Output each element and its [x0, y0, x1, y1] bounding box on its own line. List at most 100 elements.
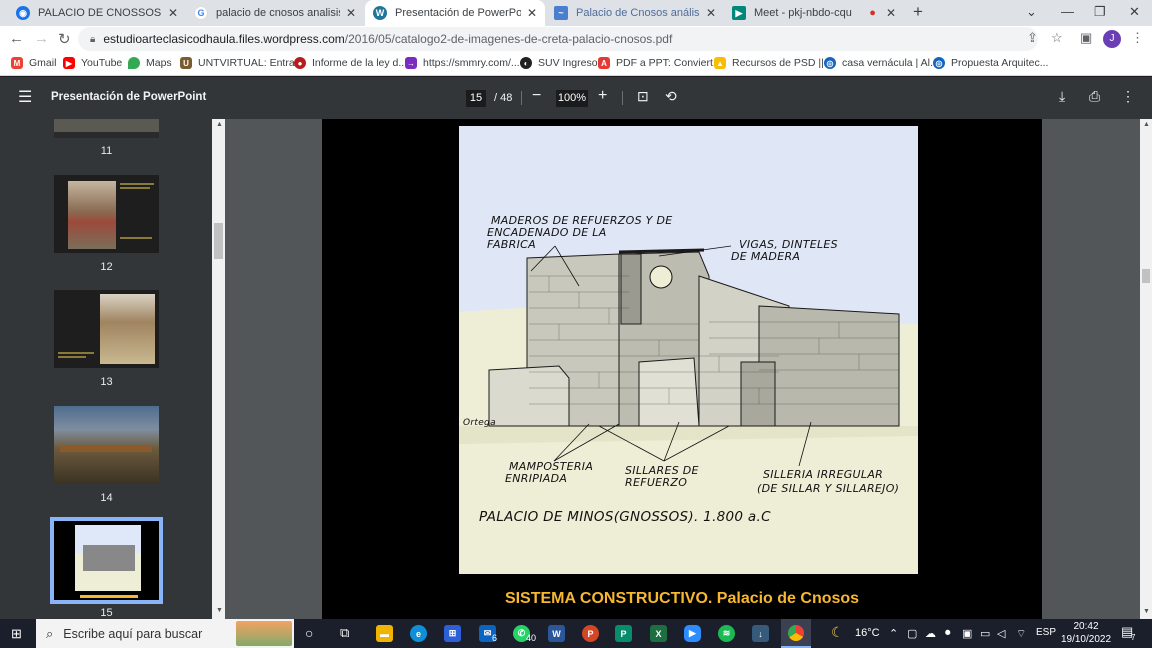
language-indicator[interactable]: ESP — [1036, 627, 1056, 638]
scrollbar-thumb[interactable] — [1142, 269, 1150, 283]
tab-palacio-grupo[interactable]: ◉ PALACIO DE CNOSSOS - GRUPO ✕ — [8, 0, 186, 26]
pdf-page: MADEROS DE REFUERZOS Y DE ENCADENADO DE … — [322, 119, 1042, 619]
close-icon[interactable]: ✕ — [886, 6, 896, 20]
battery-icon[interactable]: ▭ — [980, 627, 990, 640]
search-icon: ⌕ — [46, 625, 54, 641]
powerpoint-icon[interactable]: P — [582, 625, 599, 642]
thumbnail-page-13[interactable] — [54, 290, 159, 368]
thumbnail-page-14[interactable] — [54, 406, 159, 484]
bookmark-informe[interactable]: ● Informe de la ley d... — [294, 57, 407, 69]
bookmark-casa[interactable]: ◎ casa vernácula | Al... — [824, 57, 939, 69]
file-explorer-icon[interactable]: ▬ — [376, 625, 393, 642]
cloud-icon[interactable]: ☁ — [925, 627, 936, 640]
tab-search-icon[interactable]: ⌄ — [1026, 4, 1037, 20]
store-icon[interactable]: ⊞ — [444, 625, 461, 642]
round-window — [649, 265, 673, 289]
bookmark-youtube[interactable]: ▶ YouTube — [63, 57, 122, 69]
bookmark-star-icon[interactable]: ☆ — [1051, 30, 1063, 46]
profile-avatar[interactable]: J — [1103, 30, 1121, 48]
address-bar[interactable]: 🔒︎ estudioarteclasicodhaula.files.wordpr… — [78, 27, 1038, 51]
maximize-icon[interactable]: ❐ — [1094, 4, 1106, 20]
scrollbar-thumb[interactable] — [214, 223, 223, 259]
scroll-down-icon[interactable]: ▼ — [1143, 608, 1150, 615]
bookmark-untvirtual[interactable]: U UNTVIRTUAL: Entra... — [180, 57, 303, 69]
thumbnail-page-11[interactable] — [54, 119, 159, 138]
wordpress-icon: W — [373, 6, 387, 20]
fit-page-icon[interactable]: ⊡ — [637, 88, 649, 105]
thumbnail-page-12[interactable] — [54, 175, 159, 253]
bookmark-smmry[interactable]: → https://smmry.com/... — [405, 57, 520, 69]
tab-strip: ◉ PALACIO DE CNOSSOS - GRUPO ✕ G palacio… — [0, 0, 1152, 26]
cortana-icon[interactable]: ○ — [305, 625, 313, 641]
close-icon[interactable]: ✕ — [168, 6, 178, 20]
close-icon[interactable]: ✕ — [527, 6, 537, 20]
windows-start-icon[interactable]: ⊞ — [11, 626, 22, 642]
print-icon[interactable]: ⎙ — [1089, 88, 1100, 105]
bookmark-psd[interactable]: ▲ Recursos de PSD ||... — [714, 57, 833, 69]
edge-icon[interactable]: e — [410, 625, 427, 642]
back-icon[interactable]: ← — [9, 30, 24, 47]
viewer-scrollbar[interactable]: ▲ ▼ — [1140, 119, 1152, 619]
forward-icon[interactable]: → — [34, 30, 49, 47]
tray-chevron-icon[interactable]: ⌃ — [889, 627, 898, 640]
notifications-badge: 7 — [1131, 633, 1136, 642]
minimize-icon[interactable]: — — [1061, 4, 1074, 19]
volume-icon[interactable]: ◁ — [997, 627, 1005, 640]
scroll-up-icon[interactable]: ▲ — [1143, 121, 1150, 128]
tab-palacio-analisis[interactable]: ~ Palacio de Cnosos análisis arquit ✕ — [546, 0, 724, 26]
close-icon[interactable]: ✕ — [346, 6, 356, 20]
bookmark-gmail[interactable]: M Gmail — [11, 57, 56, 69]
clock-date[interactable]: 19/10/2022 — [1060, 634, 1112, 645]
hamburger-menu-icon[interactable]: ☰ — [18, 87, 32, 107]
weather-temp[interactable]: 16°C — [855, 627, 880, 639]
zoom-in-icon[interactable]: + — [598, 87, 607, 105]
wifi-icon[interactable]: ⌔ — [1016, 627, 1026, 641]
rotate-icon[interactable]: ⟲ — [665, 88, 677, 105]
bookmark-propuesta[interactable]: ◎ Propuesta Arquitec... — [933, 57, 1048, 69]
side-panel-icon[interactable]: ▣ — [1080, 30, 1092, 46]
bookmark-suv[interactable]: ◐ SUV Ingreso — [520, 57, 598, 69]
thumbnail-photo — [68, 181, 116, 249]
reload-icon[interactable]: ↻ — [58, 30, 71, 48]
bookmark-label: Gmail — [29, 57, 57, 69]
tab-google-search[interactable]: G palacio de cnosos analisis - Búsq ✕ — [186, 0, 364, 26]
new-tab-button[interactable]: + — [913, 2, 923, 22]
thumbnail-page-15-selected[interactable] — [50, 517, 163, 604]
pdf-viewer: MADEROS DE REFUERZOS Y DE ENCADENADO DE … — [225, 119, 1140, 619]
bookmark-pdf-ppt[interactable]: A PDF a PPT: Conviert... — [598, 57, 722, 69]
zoom-icon[interactable]: ▶ — [684, 625, 701, 642]
tab-title: palacio de cnosos analisis - Búsq — [216, 7, 340, 19]
app-icon[interactable]: ↓ — [752, 625, 769, 642]
clock-time[interactable]: 20:42 — [1071, 621, 1101, 632]
camera-icon[interactable]: ▣ — [962, 627, 972, 640]
word-icon[interactable]: W — [548, 625, 565, 642]
close-icon[interactable]: ✕ — [706, 6, 716, 20]
windows-taskbar: ⊞ ⌕ Escribe aquí para buscar ○ ⧉ ▬ e ⊞ ✉… — [0, 619, 1152, 648]
page-number-input[interactable]: 15 — [466, 90, 486, 107]
column — [620, 253, 642, 325]
close-window-icon[interactable]: ✕ — [1129, 4, 1140, 20]
chrome-taskbar-button[interactable] — [781, 619, 811, 648]
tray-app-icon[interactable]: ▢ — [907, 627, 917, 640]
excel-icon[interactable]: X — [650, 625, 667, 642]
bookmark-label: Informe de la ley d... — [312, 57, 408, 69]
youtube-icon: ▶ — [63, 57, 75, 69]
menu-icon[interactable]: ⋮ — [1131, 30, 1144, 46]
more-options-icon[interactable]: ⋮ — [1121, 88, 1135, 105]
url-path: /2016/05/catalogo2-de-imagenes-de-creta-… — [344, 32, 673, 46]
share-icon[interactable]: ⇪ — [1027, 30, 1038, 46]
publisher-icon[interactable]: P — [615, 625, 632, 642]
tab-meet[interactable]: ▶ Meet - pkj-nbdo-cqu ● ✕ — [724, 0, 904, 26]
sidebar-scrollbar[interactable]: ▲ ▼ — [212, 119, 225, 619]
bookmark-maps[interactable]: Maps — [128, 57, 172, 69]
scroll-down-icon[interactable]: ▼ — [216, 607, 223, 614]
scroll-up-icon[interactable]: ▲ — [216, 121, 223, 128]
microphone-icon[interactable]: ⏺ — [945, 627, 951, 640]
download-icon[interactable]: ⤓ — [1059, 88, 1065, 105]
zoom-level-input[interactable]: 100% — [556, 90, 588, 107]
taskbar-search[interactable]: ⌕ Escribe aquí para buscar — [36, 619, 294, 648]
task-view-icon[interactable]: ⧉ — [340, 625, 349, 641]
spotify-icon[interactable]: ≋ — [718, 625, 735, 642]
zoom-out-icon[interactable]: − — [532, 87, 541, 105]
tab-presentacion[interactable]: W Presentación de PowerPoint ✕ — [365, 0, 545, 26]
